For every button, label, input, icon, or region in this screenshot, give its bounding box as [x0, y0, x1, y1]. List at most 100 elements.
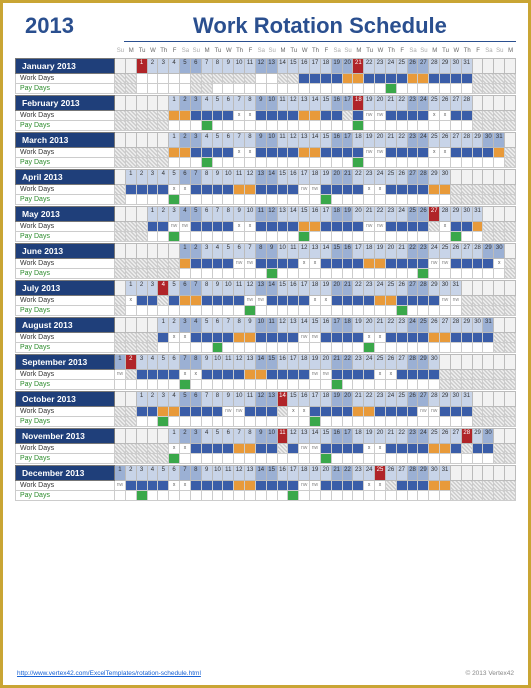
date-cell: 2	[137, 169, 148, 185]
work-cell	[462, 148, 473, 158]
pay-cell	[505, 195, 516, 205]
date-cell: .	[126, 206, 137, 222]
pay-cell	[126, 343, 137, 353]
pay-cell	[473, 269, 484, 279]
pay-cell	[202, 491, 213, 501]
date-cell: .	[126, 243, 137, 259]
date-cell: 28	[408, 465, 419, 481]
work-cell	[115, 333, 126, 343]
work-cell	[234, 444, 245, 454]
date-cell: 22	[408, 243, 419, 259]
pay-cell	[353, 380, 364, 390]
date-cell: 5	[158, 465, 169, 481]
work-cell	[278, 481, 289, 491]
date-cell: 8	[202, 169, 213, 185]
pay-days-row	[115, 84, 516, 94]
pay-cell	[202, 343, 213, 353]
pay-cell	[213, 380, 224, 390]
pay-cell	[234, 454, 245, 464]
date-cell: 13	[245, 354, 256, 370]
date-cell: 19	[332, 58, 343, 74]
pay-cell	[364, 380, 375, 390]
work-cell	[191, 407, 202, 417]
work-cell	[180, 259, 191, 269]
pay-cell	[386, 454, 397, 464]
date-cell: 11	[278, 132, 289, 148]
date-cell: 10	[245, 206, 256, 222]
work-cell	[234, 296, 245, 306]
date-number-row: 1234567891011121314151617181920212223242…	[115, 354, 516, 370]
pay-cell	[375, 491, 386, 501]
date-number-row: .123456789101112131415161718192021222324…	[115, 280, 516, 296]
date-cell: 23	[386, 206, 397, 222]
date-cell: 17	[332, 317, 343, 333]
pay-cell	[364, 306, 375, 316]
work-cell	[137, 111, 148, 121]
work-cell	[126, 370, 137, 380]
pay-cell	[473, 232, 484, 242]
date-cell: 31	[462, 391, 473, 407]
date-cell: 29	[440, 391, 451, 407]
date-cell: 30	[429, 465, 440, 481]
work-cell	[158, 370, 169, 380]
pay-cell	[364, 195, 375, 205]
footer: http://www.vertex42.com/ExcelTemplates/r…	[17, 670, 514, 677]
month-block: April 2013.12345678910111213141516171819…	[15, 169, 516, 205]
date-cell: 6	[169, 465, 180, 481]
work-cell	[245, 370, 256, 380]
pay-cell	[418, 417, 429, 427]
pay-cell	[148, 158, 159, 168]
work-cell	[288, 370, 299, 380]
work-cell	[278, 444, 289, 454]
pay-cell	[353, 158, 364, 168]
date-cell: 28	[462, 132, 473, 148]
work-cell	[223, 407, 234, 417]
date-cell: 14	[256, 465, 267, 481]
work-cell	[483, 481, 494, 491]
pay-cell	[418, 158, 429, 168]
pay-cell	[148, 491, 159, 501]
date-cell: .	[494, 428, 505, 444]
source-url-link[interactable]: http://www.vertex42.com/ExcelTemplates/r…	[17, 670, 201, 677]
pay-days-label: Pay Days	[15, 491, 115, 501]
pay-cell	[245, 121, 256, 131]
work-cell	[440, 370, 451, 380]
work-cell	[332, 74, 343, 84]
pay-cell	[137, 269, 148, 279]
date-cell: 4	[158, 169, 169, 185]
pay-cell	[505, 454, 516, 464]
date-cell: .	[473, 391, 484, 407]
work-cell	[148, 370, 159, 380]
date-cell: 8	[191, 465, 202, 481]
date-cell: 8	[245, 95, 256, 111]
work-days-row	[115, 259, 516, 269]
pay-cell	[245, 269, 256, 279]
work-cell	[353, 111, 364, 121]
pay-cell	[440, 121, 451, 131]
pay-cell	[451, 306, 462, 316]
date-cell: .	[158, 243, 169, 259]
pay-days-label: Pay Days	[15, 343, 115, 353]
work-cell	[191, 222, 202, 232]
date-cell: 5	[169, 169, 180, 185]
date-cell: 12	[245, 280, 256, 296]
work-cell	[321, 185, 332, 195]
pay-cell	[440, 232, 451, 242]
pay-cell	[494, 158, 505, 168]
date-cell: 26	[397, 280, 408, 296]
pay-cell	[267, 380, 278, 390]
month-name: October 2013	[15, 391, 115, 407]
work-cell	[321, 259, 332, 269]
date-cell: 2	[180, 95, 191, 111]
work-cell	[256, 148, 267, 158]
work-cell	[505, 259, 516, 269]
work-cell	[213, 481, 224, 491]
work-cell	[353, 148, 364, 158]
date-cell: .	[115, 280, 126, 296]
pay-cell	[148, 269, 159, 279]
dow-cell: Tu	[440, 48, 451, 54]
date-cell: 20	[386, 243, 397, 259]
work-cell	[364, 407, 375, 417]
pay-cell	[440, 195, 451, 205]
work-cell	[332, 370, 343, 380]
